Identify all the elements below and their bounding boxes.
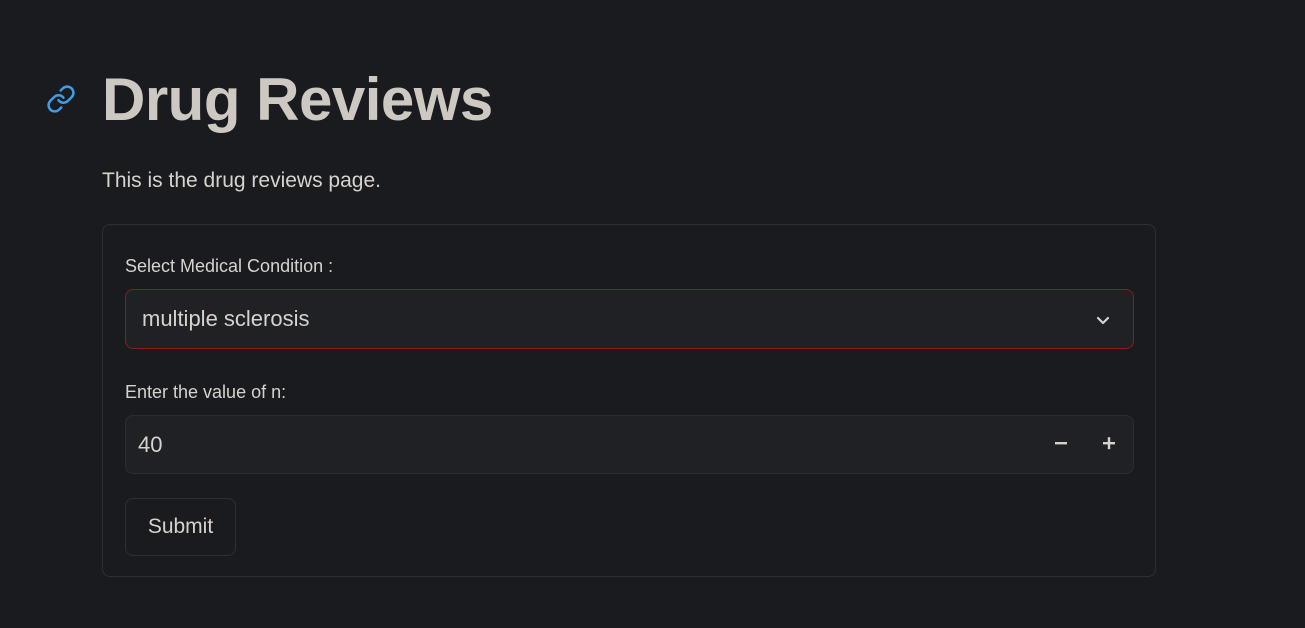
increment-button[interactable] (1089, 424, 1129, 464)
n-value-input[interactable] (126, 416, 1026, 473)
chevron-down-icon (1093, 310, 1113, 330)
minus-icon (1053, 435, 1069, 454)
n-value-stepper (125, 415, 1134, 474)
link-icon[interactable] (46, 84, 76, 114)
page-title: Drug Reviews (102, 66, 493, 133)
drug-review-form: Select Medical Condition : multiple scle… (102, 224, 1156, 577)
decrement-button[interactable] (1041, 424, 1081, 464)
condition-select-value: multiple sclerosis (142, 306, 310, 331)
condition-select[interactable]: multiple sclerosis (125, 289, 1134, 349)
condition-label: Select Medical Condition : (125, 256, 334, 276)
submit-button[interactable]: Submit (125, 498, 236, 556)
plus-icon (1101, 435, 1117, 454)
page-description: This is the drug reviews page. (102, 169, 381, 192)
n-value-label: Enter the value of n: (125, 382, 287, 402)
page: Drug Reviews This is the drug reviews pa… (0, 0, 1305, 628)
